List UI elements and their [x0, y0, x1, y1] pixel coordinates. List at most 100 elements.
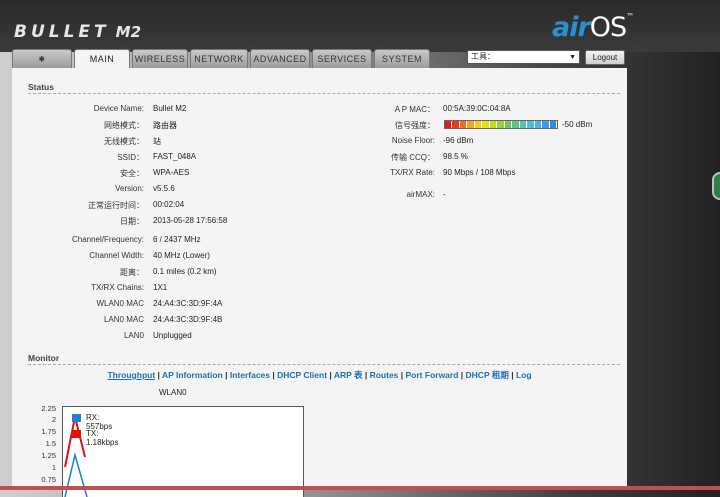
status-value: -96 dBm	[443, 136, 474, 145]
tab-advanced[interactable]: ADVANCED	[250, 49, 310, 68]
top-banner: BULLET M2 airOS™	[0, 0, 720, 52]
status-value: 24:A4:3C:3D:9F:4A	[153, 299, 223, 308]
status-value: 2013-05-28 17:56:58	[153, 216, 228, 225]
monitor-link[interactable]: Interfaces	[230, 370, 270, 380]
airos-logo: airOS™	[552, 12, 634, 43]
y-tick-label: 0.75	[41, 475, 56, 484]
logout-button[interactable]: Logout	[585, 50, 625, 65]
status-label: Device Name:	[93, 104, 144, 113]
main-panel: Status Device Name: Bullet M2 网络模式： 路由器 无线模式…	[12, 68, 627, 497]
tab-main[interactable]: MAIN	[74, 49, 130, 69]
signal-segment	[482, 121, 490, 128]
status-label: Version:	[115, 184, 144, 193]
status-value: 24:A4:3C:3D:9F:4B	[153, 315, 223, 324]
tools-select-value: 工具：	[471, 52, 495, 61]
status-label: 信号强度：	[395, 121, 435, 130]
signal-segment	[549, 121, 558, 128]
signal-segment	[519, 121, 528, 128]
signal-segment	[474, 121, 483, 128]
signal-strength-bar	[444, 120, 558, 129]
tab-system[interactable]: SYSTEM	[374, 49, 430, 68]
status-value: 0.1 miles (0.2 km)	[153, 267, 217, 276]
status-value: 路由器	[153, 121, 177, 130]
signal-segment	[542, 121, 550, 128]
y-tick-label: 1.25	[41, 451, 56, 460]
status-divider	[28, 93, 620, 94]
tools-select[interactable]: 工具： ▼	[467, 50, 580, 64]
monitor-link[interactable]: Log	[516, 370, 532, 380]
monitor-links: Throughput | AP Information | Interfaces…	[12, 369, 627, 381]
monitor-link[interactable]: Routes	[370, 370, 399, 380]
rx-series-line	[64, 452, 88, 497]
ubnt-logo-tab[interactable]: 🞸	[12, 49, 72, 68]
monitor-divider	[28, 364, 620, 365]
status-value: 98.5 %	[443, 152, 468, 161]
link-separator: |	[508, 370, 516, 380]
monitor-link[interactable]: ARP 表	[334, 370, 363, 380]
throughput-chart: RX: 557bps TX: 1.18kbps	[62, 406, 304, 497]
signal-segment	[497, 121, 505, 128]
status-value: 00:5A:39:0C:04:8A	[443, 104, 511, 113]
status-value: -	[443, 190, 446, 199]
status-value: v5.5.6	[153, 184, 175, 193]
status-label: 传输 CCQ：	[391, 153, 435, 162]
signal-segment	[467, 121, 475, 128]
y-tick-label: 2.25	[41, 404, 56, 413]
status-value: 站	[153, 137, 161, 146]
status-label: Channel Width:	[89, 251, 144, 260]
link-separator: |	[155, 370, 162, 380]
signal-dbm-value: -50 dBm	[562, 120, 593, 129]
status-label: 安全：	[120, 169, 144, 178]
status-value: Bullet M2	[153, 104, 187, 113]
monitor-link[interactable]: Throughput	[107, 370, 155, 380]
signal-segment	[452, 121, 460, 128]
monitor-link[interactable]: Port Forward	[406, 370, 459, 380]
status-value: Unplugged	[153, 331, 192, 340]
side-scroll-handle[interactable]	[712, 172, 720, 200]
legend-tx-label: TX: 1.18kbps	[86, 429, 119, 447]
y-tick-label: 2	[51, 415, 56, 424]
signal-segment	[527, 121, 535, 128]
y-tick-label: 1.5	[45, 439, 56, 448]
status-label: LAN0	[123, 331, 144, 340]
status-label: WLAN0 MAC	[96, 299, 144, 308]
tab-network[interactable]: NETWORK	[190, 49, 248, 68]
monitor-link[interactable]: AP Information	[162, 370, 223, 380]
monitor-heading: Monitor	[28, 353, 60, 363]
status-heading: Status	[28, 82, 54, 92]
status-value: 90 Mbps / 108 Mbps	[443, 168, 516, 177]
status-value: WPA-AES	[153, 168, 190, 177]
status-value: 6 / 2437 MHz	[153, 235, 201, 244]
status-label: Channel/Frequency:	[71, 235, 144, 244]
status-label: A P MAC：	[394, 105, 435, 114]
product-logo: BULLET M2	[14, 22, 142, 42]
legend-rx-swatch	[72, 414, 81, 422]
signal-segment	[512, 121, 520, 128]
link-separator: |	[398, 370, 406, 380]
monitor-link[interactable]: DHCP Client	[277, 370, 327, 380]
status-label: TX/RX Chains:	[91, 283, 144, 292]
ubnt-logo-icon: 🞸	[38, 54, 46, 64]
status-value: 40 MHz (Lower)	[153, 251, 210, 260]
tab-services[interactable]: SERVICES	[312, 49, 372, 68]
status-label: LAN0 MAC	[103, 315, 144, 324]
status-label: 无线模式：	[104, 137, 144, 146]
status-label: 日期：	[120, 217, 144, 226]
link-separator: |	[458, 370, 466, 380]
status-label: Noise Floor:	[391, 136, 435, 145]
status-label: 网络模式：	[104, 121, 144, 130]
tab-wireless[interactable]: WIRELESS	[132, 49, 188, 68]
status-label: SSID：	[117, 153, 144, 162]
status-label: 正常运行时间：	[88, 201, 144, 210]
link-separator: |	[327, 370, 334, 380]
bottom-edge	[0, 486, 720, 490]
monitor-link[interactable]: DHCP 租期	[466, 370, 509, 380]
link-separator: |	[362, 370, 370, 380]
signal-segment	[445, 121, 453, 128]
status-value: 00:02:04	[153, 200, 185, 209]
signal-segment	[504, 121, 513, 128]
signal-segment	[459, 121, 468, 128]
y-tick-label: 1.75	[41, 427, 56, 436]
chevron-down-icon: ▼	[569, 54, 576, 61]
status-value: FAST_048A	[153, 152, 197, 161]
